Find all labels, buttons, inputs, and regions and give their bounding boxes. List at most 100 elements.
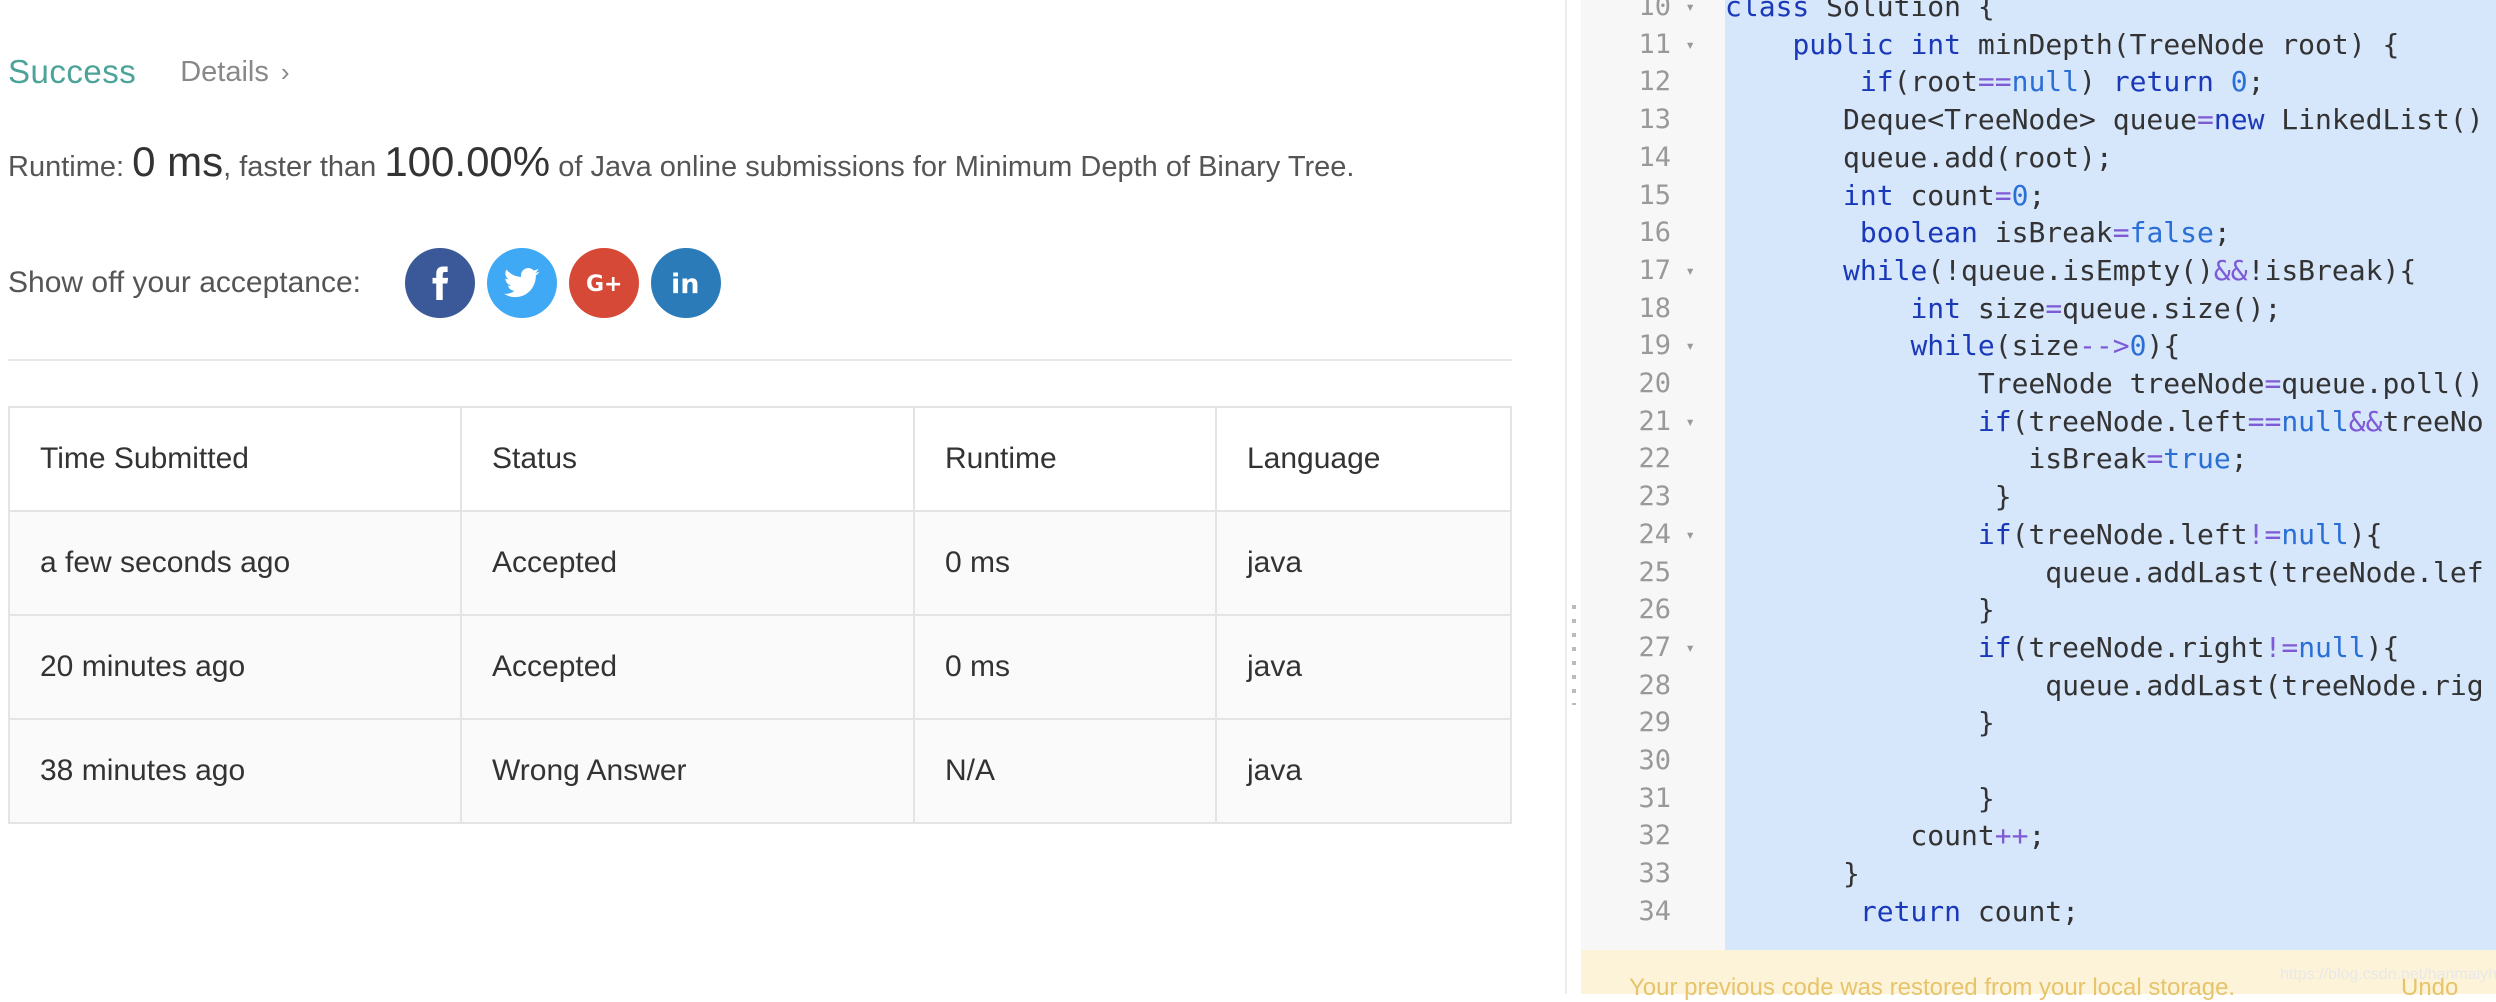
code-line[interactable]: int size=queue.size(); — [1725, 290, 2281, 328]
line-number: 20 — [1581, 365, 1711, 403]
code-line[interactable]: } — [1725, 591, 1995, 629]
line-number-text: 27 — [1638, 631, 1671, 663]
details-label: Details — [180, 55, 269, 88]
details-link[interactable]: Details › — [180, 56, 289, 89]
linkedin-icon[interactable]: in — [651, 248, 721, 318]
line-number-text: 21 — [1638, 405, 1671, 437]
share-row: Show off your acceptance: G+ in — [8, 248, 733, 318]
fold-arrow-icon[interactable]: ▾ — [1685, 26, 1695, 64]
line-number-text: 23 — [1638, 481, 1671, 513]
code-line[interactable]: if(treeNode.left==null&&treeNo — [1725, 403, 2484, 441]
line-number: 11 ▾ — [1581, 26, 1711, 64]
line-number-text: 16 — [1638, 217, 1671, 249]
line-number: 32 — [1581, 817, 1711, 855]
line-number-text: 12 — [1638, 66, 1671, 98]
cell-runtime: N/A — [913, 718, 1217, 824]
fold-arrow-icon[interactable]: ▾ — [1685, 516, 1695, 554]
line-number-text: 20 — [1638, 368, 1671, 399]
fold-arrow-icon[interactable]: ▾ — [1685, 403, 1695, 441]
line-number: 17 ▾ — [1581, 252, 1711, 290]
facebook-icon[interactable] — [405, 248, 475, 318]
panel-resize-handle[interactable] — [1555, 0, 1581, 994]
restore-message: Your previous code was restored from you… — [1629, 974, 2236, 1001]
line-number-text: 10 — [1638, 0, 1671, 22]
column-header-runtime: Runtime — [913, 406, 1217, 512]
line-number: 23 — [1581, 478, 1711, 516]
svg-text:G+: G+ — [586, 272, 623, 296]
line-number: 10 ▾ — [1581, 0, 1711, 26]
fold-arrow-icon[interactable]: ▾ — [1685, 327, 1695, 365]
code-line[interactable]: if(treeNode.left!=null){ — [1725, 516, 2383, 554]
code-line[interactable]: TreeNode treeNode=queue.poll() — [1725, 365, 2484, 403]
google-plus-icon[interactable]: G+ — [569, 248, 639, 318]
code-line[interactable]: if(root==null) return 0; — [1725, 63, 2265, 101]
share-label: Show off your acceptance: — [8, 266, 361, 299]
runtime-suffix: of Java online submissions for Minimum D… — [550, 151, 1355, 183]
code-line[interactable]: isBreak=true; — [1725, 440, 2247, 478]
line-number: 33 — [1581, 855, 1711, 893]
cell-language: java — [1215, 510, 1512, 616]
fold-arrow-icon[interactable]: ▾ — [1685, 252, 1695, 290]
line-number: 13 — [1581, 101, 1711, 139]
twitter-icon[interactable] — [487, 248, 557, 318]
code-line[interactable]: while(!queue.isEmpty()&&!isBreak){ — [1725, 252, 2416, 290]
code-selection-area[interactable]: class Solution { public int minDepth(Tre… — [1725, 0, 2496, 994]
line-number: 21 ▾ — [1581, 403, 1711, 441]
line-number: 34 — [1581, 893, 1711, 931]
cell-runtime: 0 ms — [913, 614, 1217, 720]
line-number: 28 — [1581, 667, 1711, 705]
line-number: 29 — [1581, 704, 1711, 742]
code-line[interactable]: queue.addLast(treeNode.lef — [1725, 554, 2483, 592]
line-number-text: 34 — [1638, 895, 1671, 927]
line-number-text: 22 — [1638, 443, 1671, 475]
line-number: 24 ▾ — [1581, 516, 1711, 554]
cell-status-link[interactable]: Accepted — [460, 614, 915, 720]
code-line[interactable]: while(size-->0){ — [1725, 327, 2180, 365]
line-number: 15 — [1581, 177, 1711, 215]
code-line[interactable]: queue.add(root); — [1725, 139, 2113, 177]
code-line[interactable]: public int minDepth(TreeNode root) { — [1725, 26, 2399, 64]
line-number-text: 29 — [1638, 707, 1671, 739]
line-number: 16 — [1581, 214, 1711, 252]
code-line[interactable]: return count; — [1725, 893, 2079, 931]
result-header: Success Details › — [8, 50, 290, 94]
code-line[interactable]: class Solution { — [1725, 0, 1995, 26]
line-number: 30 — [1581, 742, 1711, 780]
column-header-time: Time Submitted — [8, 406, 462, 512]
cell-language: java — [1215, 718, 1512, 824]
line-number: 12 — [1581, 63, 1711, 101]
code-line[interactable]: int count=0; — [1725, 177, 2045, 215]
cell-runtime: 0 ms — [913, 510, 1217, 616]
code-line[interactable]: Deque<TreeNode> queue=new LinkedList() — [1725, 101, 2484, 139]
cell-status-link[interactable]: Wrong Answer — [460, 718, 915, 824]
code-line[interactable]: } — [1725, 855, 1860, 893]
fold-arrow-icon[interactable]: ▾ — [1685, 629, 1695, 667]
table-row: 38 minutes ago Wrong Answer N/A java — [8, 718, 1512, 824]
code-line[interactable]: } — [1725, 704, 1995, 742]
runtime-prefix: Runtime: — [8, 151, 133, 183]
line-number-text: 26 — [1638, 594, 1671, 626]
table-row: 20 minutes ago Accepted 0 ms java — [8, 614, 1512, 720]
code-line[interactable]: queue.addLast(treeNode.rig — [1725, 667, 2483, 705]
table-header-row: Time Submitted Status Runtime Language — [8, 406, 1512, 512]
line-number: 25 — [1581, 554, 1711, 592]
code-line[interactable]: if(treeNode.right!=null){ — [1725, 629, 2399, 667]
code-line[interactable]: } — [1725, 780, 1995, 818]
line-number: 14 — [1581, 139, 1711, 177]
code-line[interactable]: } — [1725, 478, 2012, 516]
fold-arrow-icon[interactable]: ▾ — [1685, 0, 1695, 26]
code-line[interactable]: boolean isBreak=false; — [1725, 214, 2231, 252]
line-number: 19 ▾ — [1581, 327, 1711, 365]
line-number-text: 11 — [1638, 28, 1671, 60]
code-line[interactable]: count++; — [1725, 817, 2045, 855]
code-editor[interactable]: 10 ▾ 11 ▾ 12 13 14 15 16 17 ▾ 18 19 ▾ 20 21 ▾ 22 23 24 ▾ 25 26… — [1581, 0, 2496, 1001]
line-number-text: 14 — [1638, 141, 1671, 173]
table-row: a few seconds ago Accepted 0 ms java — [8, 510, 1512, 616]
line-number-text: 18 — [1638, 292, 1671, 324]
line-number: 27 ▾ — [1581, 629, 1711, 667]
line-number: 26 — [1581, 591, 1711, 629]
cell-status-link[interactable]: Accepted — [460, 510, 915, 616]
faster-percent: 100.00% — [384, 138, 551, 185]
cell-time: a few seconds ago — [8, 510, 462, 616]
line-number-text: 25 — [1638, 556, 1671, 588]
